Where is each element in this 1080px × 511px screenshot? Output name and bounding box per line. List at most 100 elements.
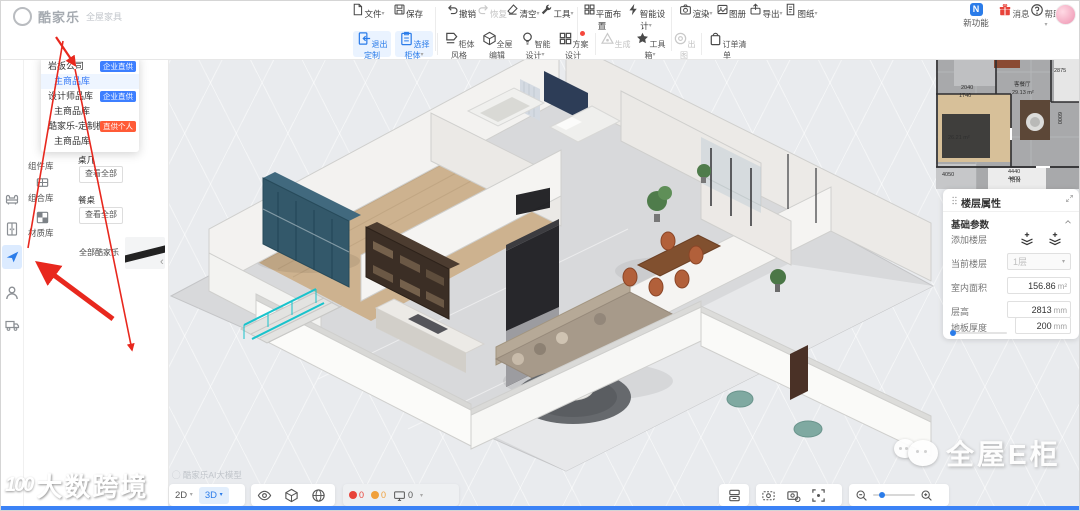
add-floor-above-button[interactable] xyxy=(1017,231,1037,247)
menu-drawings[interactable]: 图纸▾ xyxy=(784,3,818,28)
menu-export[interactable]: 导出▾ xyxy=(749,3,783,28)
model-library-icon-selected[interactable] xyxy=(2,245,22,269)
drag-handle-icon[interactable] xyxy=(949,195,960,206)
badge-personal: 直供个人 xyxy=(100,121,136,132)
visibility-eye-icon[interactable] xyxy=(257,488,272,503)
dropdown-option-4[interactable]: 主商品库 xyxy=(41,104,139,119)
dropdown-option-6[interactable]: 主商品库 xyxy=(41,134,139,149)
zoom-slider[interactable] xyxy=(873,492,915,498)
menu-clear[interactable]: 清空▾ xyxy=(505,3,541,28)
menu-album[interactable]: 图册 xyxy=(714,3,748,28)
camera-tools-group xyxy=(756,484,842,506)
menu-save[interactable]: 保存 xyxy=(390,3,426,28)
workspace-label: 全屋家具 xyxy=(86,12,123,22)
product-thumbnail xyxy=(125,237,165,269)
floor-thickness-slider[interactable] xyxy=(950,330,1007,336)
cube-view-icon[interactable] xyxy=(284,488,299,503)
add-floor-below-button[interactable] xyxy=(1045,231,1065,247)
error-dot-icon xyxy=(349,491,357,499)
camera-frame-icon[interactable] xyxy=(761,488,776,503)
generate-icon xyxy=(600,31,615,46)
menu-cabinet-style[interactable]: 柜体风格 xyxy=(441,31,477,60)
menu-toolbox[interactable]: 工具箱▾ xyxy=(633,31,667,60)
globe-view-icon[interactable] xyxy=(311,488,326,503)
sidebar-item-combos[interactable]: 组合库 xyxy=(28,192,54,204)
messages-button[interactable]: 消息 xyxy=(997,3,1031,20)
indoor-area-input[interactable]: 156.86 m² xyxy=(1007,277,1071,294)
toolbox-star-icon xyxy=(635,31,650,46)
floor-height-input[interactable]: 2813 mm xyxy=(1007,301,1071,318)
menu-output-drawing[interactable]: 出图 xyxy=(669,31,699,60)
floor-properties-panel: 楼层属性 基础参数 添加楼层 当前楼层 1层 ▾ 室内面积 156.86 m² 层高… xyxy=(943,189,1079,339)
add-floor-label: 添加楼层 xyxy=(951,235,988,245)
dropdown-option-3[interactable]: 设计师品库 企业直供 xyxy=(41,89,139,104)
minimap-room-name: 客餐厅 xyxy=(1014,80,1031,88)
menu-select-cabinet[interactable]: 选择柜体▾ xyxy=(395,31,433,60)
sidebar-item-materials[interactable]: 材质库 xyxy=(28,227,54,239)
zoom-out-icon[interactable] xyxy=(855,489,868,502)
menu-smart-design[interactable]: 智能设计▾ xyxy=(625,3,667,31)
camera-icon xyxy=(679,3,692,16)
brand-label: 全部酷家乐 xyxy=(79,248,119,257)
sidebar-item-components[interactable]: 组件库 xyxy=(28,160,54,172)
dropdown-option-5[interactable]: 酷家乐-定制橱柜 直供个人 xyxy=(41,119,139,134)
screen-count: 0 xyxy=(408,490,414,500)
section-basic-params: 基础参数 xyxy=(951,220,990,231)
menu-whole-house-edit[interactable]: 全屋编辑 xyxy=(479,31,515,60)
slider-knob[interactable] xyxy=(950,330,956,336)
menu-render[interactable]: 渲染▾ xyxy=(679,3,713,28)
focus-target-icon[interactable] xyxy=(811,488,826,503)
zoom-slider-knob[interactable] xyxy=(879,492,885,498)
kujiale-app-window: 酷家乐 全屋家具 文件▾ 保存 撤销 恢复 清空▾ 工具▾ 平面布置 智能设计▾… xyxy=(0,0,1080,511)
menu-floor-plan[interactable]: 平面布置 xyxy=(581,3,623,31)
minimap-dim: 2040 xyxy=(961,85,973,91)
components-grid-icon[interactable] xyxy=(35,175,50,190)
cube-icon xyxy=(482,31,497,46)
layers-icon[interactable] xyxy=(727,488,742,503)
dropdown-option-1[interactable]: 岩板公司 企业直供 xyxy=(41,59,139,74)
menu-smart-design-2[interactable]: 智能设计▾ xyxy=(517,31,553,60)
user-avatar[interactable] xyxy=(1055,4,1076,25)
monitor-icon xyxy=(393,489,406,502)
new-features-button[interactable]: N 新功能 xyxy=(959,3,993,29)
vehicle-library-icon[interactable] xyxy=(4,317,20,333)
canvas-watermark: ◯ 酷家乐AI大模型 xyxy=(172,470,242,480)
divider xyxy=(943,211,1079,212)
materials-icon[interactable] xyxy=(35,210,50,225)
minimap-room-area: 29.13 m² xyxy=(1012,90,1034,96)
view-all-button-2[interactable]: 查看全部 xyxy=(79,207,123,224)
dropdown-option-2-selected[interactable]: 主商品库 xyxy=(41,74,139,89)
clipboard-icon xyxy=(399,31,414,46)
issue-counts-group[interactable]: 0 0 0 ▾ xyxy=(343,484,459,506)
new-features-icon: N xyxy=(969,3,983,16)
watermark-bottom-left: 100 大数跨境 xyxy=(5,472,149,502)
menu-order-list[interactable]: 订单清单 xyxy=(705,31,749,60)
view-2d-button[interactable]: 2D ▾ xyxy=(169,490,199,501)
view-3d-button[interactable]: 3D ▾ xyxy=(198,486,229,504)
menu-generate[interactable]: 生成 xyxy=(599,31,631,57)
chevron-up-icon[interactable] xyxy=(1063,217,1073,227)
menu-tools[interactable]: 工具▾ xyxy=(539,3,575,28)
zoom-control-group xyxy=(849,484,949,506)
camera-settings-icon[interactable] xyxy=(786,488,801,503)
brand-list-item[interactable]: 全部酷家乐 xyxy=(77,237,165,269)
person-library-icon[interactable] xyxy=(4,285,20,301)
toolbar-separator xyxy=(595,33,596,55)
menu-file[interactable]: 文件▾ xyxy=(350,3,386,28)
minimap-dim: 2875 xyxy=(1054,68,1066,74)
panel-resize-icon[interactable] xyxy=(1065,194,1074,203)
menu-exit-custom[interactable]: 退出定制 xyxy=(353,31,391,60)
minimap-dim: 6000 xyxy=(1056,112,1062,124)
view-all-button-1[interactable]: 查看全部 xyxy=(79,166,123,183)
sofa-library-icon[interactable] xyxy=(4,191,20,207)
zoom-in-icon[interactable] xyxy=(920,489,933,502)
minimap-dim: 1740 xyxy=(959,93,971,99)
floor-thickness-input[interactable]: 200 mm xyxy=(1015,317,1071,334)
current-floor-select[interactable]: 1层 ▾ xyxy=(1007,253,1071,270)
floorplan-minimap[interactable]: 2040 1740 4050 4440 4400 2875 6000 客餐厅 2… xyxy=(936,42,1079,189)
wardrobe-library-icon[interactable] xyxy=(4,221,20,237)
menu-scheme-design[interactable]: 方案设计 xyxy=(555,31,591,60)
panel-collapse-handle[interactable]: ‹ xyxy=(160,256,164,268)
warning-count: 0 xyxy=(371,490,386,500)
notification-dot xyxy=(580,31,585,36)
